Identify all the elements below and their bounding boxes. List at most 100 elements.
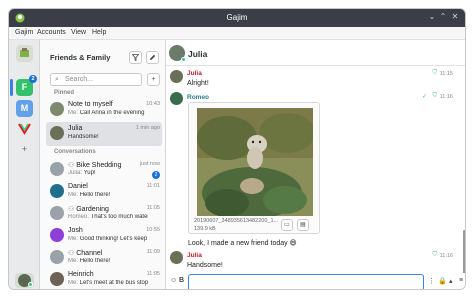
chat-list-item[interactable]: Julia Handsome! 1 min ago <box>46 122 162 146</box>
chat-contact-name: Julia <box>188 49 208 59</box>
chat-time: 11:05 <box>146 271 160 277</box>
chat-time: 1 min ago <box>135 125 160 131</box>
filter-button[interactable] <box>129 51 142 64</box>
chat-list-item[interactable]: Note to myself Me: Call Anna in the eveni… <box>46 98 162 122</box>
chat-preview: Me: Let's meet at the bus stop tomorrow <box>68 280 148 286</box>
chat-preview: Me: Hello there! <box>68 258 111 264</box>
chat-preview: Julia: Yup! <box>68 170 96 176</box>
chat-name: ⚇ Channel <box>68 250 103 257</box>
emoji-icon[interactable]: ☺ <box>170 277 177 284</box>
own-avatar[interactable] <box>15 273 34 288</box>
minimize-icon[interactable]: ⌄ <box>427 12 437 22</box>
chat-avatar <box>50 250 64 264</box>
chat-preview: Me: Hello there! <box>68 192 111 198</box>
menu-gajim[interactable]: Gajim <box>15 29 33 36</box>
chat-name: Josh <box>68 227 83 234</box>
file-size: 139.9 kB <box>194 226 216 232</box>
encryption-icon: ⛉ <box>432 252 437 258</box>
online-status-icon <box>28 282 33 287</box>
chat-list-item[interactable]: ⚇ Bike Shedding Julia: Yup! just now 2 <box>46 158 162 182</box>
attach-icon[interactable]: ⋮ <box>428 277 435 285</box>
message-text: Look, I made a new friend today 😄 <box>188 240 297 247</box>
workspace-title: Friends & Family <box>50 53 111 62</box>
encryption-lock-icon[interactable]: 🔒 <box>438 277 447 285</box>
chat-list-item[interactable]: ⚇ Gardening Romeo: That's too much water 1… <box>46 202 162 226</box>
chat-preview: Handsome! <box>68 134 99 140</box>
workspace-icon[interactable] <box>16 45 33 62</box>
menu-accounts[interactable]: Accounts <box>37 29 66 36</box>
message-avatar <box>170 92 183 105</box>
chat-avatar <box>50 102 64 116</box>
account-rail: F 2 M + <box>9 40 40 289</box>
format-icon[interactable]: B <box>179 277 184 284</box>
chat-list-item[interactable]: Josh Me: Good thinking! Let's keep it 10:5… <box>46 224 162 248</box>
chat-time: 11:09 <box>146 249 160 255</box>
message-avatar <box>170 70 183 83</box>
chat-avatar <box>50 272 64 286</box>
search-input[interactable]: ⌕ Search... <box>50 73 142 86</box>
chat-time: 10:55 <box>146 227 160 233</box>
search-icon: ⌕ <box>55 76 59 83</box>
group-icon: ⚇ <box>68 250 77 257</box>
chat-name: Julia <box>68 125 83 132</box>
selected-account-indicator <box>10 79 13 96</box>
app-window: Gajim ⌄ ⌃ ✕ Gajim Accounts View Help F 2… <box>8 8 466 290</box>
chat-list-item[interactable]: Heinrich Me: Let's meet at the bus stop t… <box>46 268 162 289</box>
message-input-bar: ☺ B ⋮ 🔒 ▴ ≡ <box>166 273 465 289</box>
add-button[interactable]: + <box>147 73 160 86</box>
file-icon: ▤ <box>300 222 306 228</box>
chat-list-item[interactable]: Daniel Me: Hello there! 11:01 <box>46 180 162 204</box>
delivered-check-icon: ✓ <box>421 94 427 100</box>
encryption-icon: ⛉ <box>432 70 437 76</box>
account-unread-badge: 2 <box>29 75 37 83</box>
pencil-icon <box>150 54 156 60</box>
open-file-button[interactable]: ▤ <box>297 219 309 231</box>
message-time: 11:16 <box>439 94 453 100</box>
image-attachment[interactable]: 20190607_348935613482200_1... 139.9 kB ▭… <box>188 102 320 234</box>
unread-count-badge: 2 <box>152 171 160 179</box>
voice-icon[interactable]: ▴ <box>449 277 453 285</box>
chat-name: ⚇ Bike Shedding <box>68 162 122 169</box>
add-workspace-icon[interactable]: + <box>16 141 33 158</box>
window-title: Gajim <box>226 13 248 22</box>
account-avatar-m[interactable]: M <box>16 100 33 117</box>
file-name: 20190607_348935613482200_1... <box>194 218 279 224</box>
menu-help[interactable]: Help <box>92 29 106 36</box>
maximize-icon[interactable]: ⌃ <box>438 12 448 22</box>
chat-preview: Me: Good thinking! Let's keep it <box>68 236 148 242</box>
message-avatar <box>170 251 183 264</box>
chat-name: ⚇ Gardening <box>68 206 109 213</box>
account-avatar-v[interactable] <box>16 120 33 137</box>
menu-bar: Gajim Accounts View Help <box>9 27 465 40</box>
chat-time: just now <box>139 161 160 167</box>
message-sender: Julia <box>187 252 202 259</box>
scrollbar[interactable] <box>463 230 465 274</box>
message-time: 11:16 <box>439 253 453 259</box>
message-time: 11:15 <box>439 71 453 77</box>
title-bar: Gajim ⌄ ⌃ ✕ <box>9 9 465 27</box>
chat-avatar <box>50 126 64 140</box>
chat-avatar <box>50 184 64 198</box>
chat-name: Daniel <box>68 183 88 190</box>
folder-icon: ▭ <box>284 222 290 228</box>
group-icon: ⚇ <box>68 162 77 169</box>
chat-time: 11:05 <box>146 205 160 211</box>
pinned-section-label: Pinned <box>54 90 75 96</box>
filter-icon <box>131 54 140 62</box>
chat-list-item[interactable]: ⚇ Channel Me: Hello there! 11:09 <box>46 246 162 270</box>
menu-view[interactable]: View <box>71 29 86 36</box>
chat-time: 10:43 <box>146 101 160 107</box>
message-sender: Julia <box>187 70 202 77</box>
attached-photo[interactable] <box>197 108 313 216</box>
chat-name: Note to myself <box>68 101 113 108</box>
message-input[interactable] <box>188 274 424 289</box>
conversations-section-label: Conversations <box>54 149 96 155</box>
open-folder-button[interactable]: ▭ <box>281 219 293 231</box>
send-options-icon[interactable]: ≡ <box>459 277 463 284</box>
encryption-icon: ⛉ <box>432 93 437 99</box>
new-chat-button[interactable] <box>146 51 159 64</box>
close-icon[interactable]: ✕ <box>450 12 460 22</box>
chat-preview: Me: Call Anna in the evening <box>68 110 145 116</box>
chat-name: Heinrich <box>68 271 94 278</box>
chat-avatar <box>50 162 64 176</box>
